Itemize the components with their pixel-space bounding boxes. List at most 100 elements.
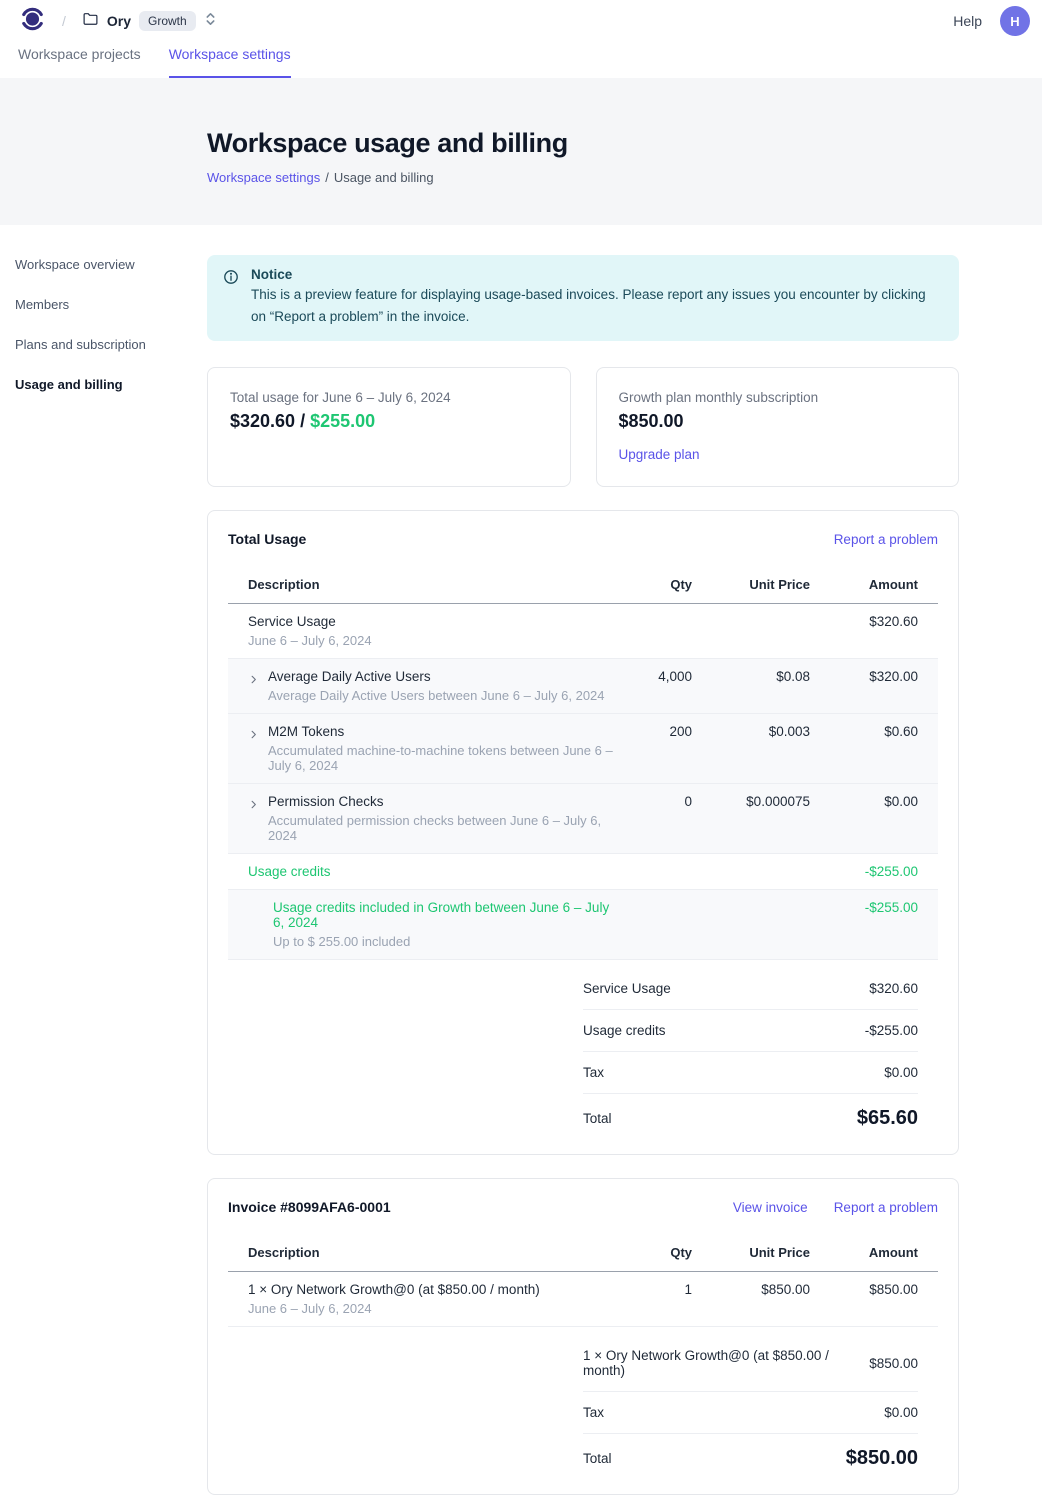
row-subtitle: Accumulated machine-to-machine tokens be… — [268, 743, 614, 773]
breadcrumb-current: Usage and billing — [334, 170, 434, 185]
workspace-switcher[interactable]: Ory Growth — [80, 6, 219, 36]
breadcrumb: Workspace settings / Usage and billing — [207, 170, 1042, 185]
row-amount: $0.60 — [818, 724, 918, 739]
row-qty: 1 — [622, 1282, 692, 1297]
total-usage-value: $320.60 / $255.00 — [230, 411, 548, 432]
row-qty: 4,000 — [622, 669, 692, 684]
usage-panel-title: Total Usage — [228, 531, 306, 547]
sidebar-item-members[interactable]: Members — [15, 297, 207, 312]
notice-title: Notice — [251, 267, 941, 282]
total-label: Total — [583, 1111, 612, 1126]
row-qty: 200 — [622, 724, 692, 739]
row-subtitle: Up to $ 255.00 included — [248, 934, 614, 949]
notice-banner: Notice This is a preview feature for dis… — [207, 255, 959, 341]
selector-chevrons-icon — [204, 11, 217, 32]
usage-totals: Service Usage $320.60 Usage credits -$25… — [583, 968, 918, 1130]
page-hero: Workspace usage and billing Workspace se… — [0, 78, 1042, 225]
usage-table-header: Description Qty Unit Price Amount — [228, 567, 938, 604]
table-row-daily-active-users[interactable]: Average Daily Active Users Average Daily… — [228, 659, 938, 714]
row-title: M2M Tokens — [268, 724, 614, 739]
col-description: Description — [248, 1245, 614, 1260]
row-subtitle: June 6 – July 6, 2024 — [248, 1301, 614, 1316]
total-value: $65.60 — [857, 1107, 918, 1130]
row-title: Service Usage — [248, 614, 614, 629]
totals-value: $320.60 — [869, 981, 918, 996]
totals-value: $0.00 — [884, 1405, 918, 1420]
row-unit-price: $0.003 — [700, 724, 810, 739]
row-amount: $320.60 — [818, 614, 918, 629]
totals-row-plan: 1 × Ory Network Growth@0 (at $850.00 / m… — [583, 1335, 918, 1392]
total-label: Total — [583, 1451, 612, 1466]
settings-sidebar: Workspace overview Members Plans and sub… — [0, 225, 207, 417]
row-title: Average Daily Active Users — [268, 669, 605, 684]
page-title: Workspace usage and billing — [207, 128, 1042, 159]
row-unit-price: $850.00 — [700, 1282, 810, 1297]
col-amount: Amount — [818, 1245, 918, 1260]
row-title: 1 × Ory Network Growth@0 (at $850.00 / m… — [248, 1282, 614, 1297]
breadcrumb-separator: / — [58, 13, 70, 29]
total-usage-panel: Total Usage Report a problem Description… — [207, 510, 959, 1155]
row-amount: -$255.00 — [818, 900, 918, 915]
plan-badge: Growth — [139, 11, 196, 31]
total-usage-label: Total usage for June 6 – July 6, 2024 — [230, 390, 548, 405]
col-qty: Qty — [622, 1245, 692, 1260]
main-content: Notice This is a preview feature for dis… — [207, 225, 959, 1511]
row-title: Permission Checks — [268, 794, 614, 809]
table-row-m2m-tokens[interactable]: M2M Tokens Accumulated machine-to-machin… — [228, 714, 938, 784]
row-unit-price: $0.08 — [700, 669, 810, 684]
total-usage-card: Total usage for June 6 – July 6, 2024 $3… — [207, 367, 571, 487]
tab-workspace-projects[interactable]: Workspace projects — [18, 42, 141, 78]
help-link[interactable]: Help — [953, 13, 982, 29]
totals-label: 1 × Ory Network Growth@0 (at $850.00 / m… — [583, 1348, 869, 1378]
user-avatar[interactable]: H — [1000, 6, 1030, 36]
chevron-right-icon[interactable] — [248, 672, 259, 703]
tab-workspace-settings[interactable]: Workspace settings — [169, 42, 291, 78]
invoice-table-header: Description Qty Unit Price Amount — [228, 1235, 938, 1272]
row-amount: $850.00 — [818, 1282, 918, 1297]
workspace-tabs: Workspace projects Workspace settings — [0, 42, 1042, 78]
breadcrumb-settings-link[interactable]: Workspace settings — [207, 170, 320, 185]
upgrade-plan-link[interactable]: Upgrade plan — [619, 447, 700, 462]
subscription-card: Growth plan monthly subscription $850.00… — [596, 367, 960, 487]
col-qty: Qty — [622, 577, 692, 592]
totals-value: $850.00 — [869, 1356, 918, 1371]
row-subtitle: Accumulated permission checks between Ju… — [268, 813, 614, 843]
sidebar-item-usage-and-billing[interactable]: Usage and billing — [15, 377, 207, 392]
totals-row-total: Total $65.60 — [583, 1094, 918, 1130]
chevron-right-icon[interactable] — [248, 797, 259, 843]
chevron-right-icon[interactable] — [248, 727, 259, 773]
row-title: Usage credits — [248, 864, 614, 879]
sidebar-item-plans-and-subscription[interactable]: Plans and subscription — [15, 337, 207, 352]
usage-amount-used: $320.60 — [230, 411, 295, 431]
usage-amount-separator: / — [300, 411, 305, 431]
subscription-value: $850.00 — [619, 411, 937, 432]
row-qty: 0 — [622, 794, 692, 809]
table-row-usage-credits: Usage credits -$255.00 — [228, 854, 938, 890]
col-description: Description — [248, 577, 614, 592]
folder-icon — [82, 10, 99, 32]
row-subtitle: Average Daily Active Users between June … — [268, 688, 605, 703]
table-row-service-usage: Service Usage June 6 – July 6, 2024 $320… — [228, 604, 938, 659]
row-title: Usage credits included in Growth between… — [248, 900, 614, 930]
row-amount: $0.00 — [818, 794, 918, 809]
top-bar: / Ory Growth Help H — [0, 0, 1042, 42]
table-row-usage-credits-detail: Usage credits included in Growth between… — [228, 890, 938, 960]
row-unit-price: $0.000075 — [700, 794, 810, 809]
table-row-permission-checks[interactable]: Permission Checks Accumulated permission… — [228, 784, 938, 854]
invoice-table: Description Qty Unit Price Amount 1 × Or… — [228, 1235, 938, 1327]
totals-row-usage-credits: Usage credits -$255.00 — [583, 1010, 918, 1052]
totals-row-service-usage: Service Usage $320.60 — [583, 968, 918, 1010]
ory-logo[interactable] — [16, 5, 48, 37]
total-value: $850.00 — [846, 1447, 918, 1470]
invoice-totals: 1 × Ory Network Growth@0 (at $850.00 / m… — [583, 1335, 918, 1470]
view-invoice-link[interactable]: View invoice — [733, 1200, 808, 1215]
workspace-name: Ory — [107, 13, 131, 29]
report-problem-link[interactable]: Report a problem — [834, 1200, 938, 1215]
totals-row-total: Total $850.00 — [583, 1434, 918, 1470]
totals-value: $0.00 — [884, 1065, 918, 1080]
report-problem-link[interactable]: Report a problem — [834, 532, 938, 547]
col-unit-price: Unit Price — [700, 1245, 810, 1260]
sidebar-item-workspace-overview[interactable]: Workspace overview — [15, 257, 207, 272]
breadcrumb-separator: / — [325, 170, 329, 185]
row-amount: -$255.00 — [818, 864, 918, 879]
